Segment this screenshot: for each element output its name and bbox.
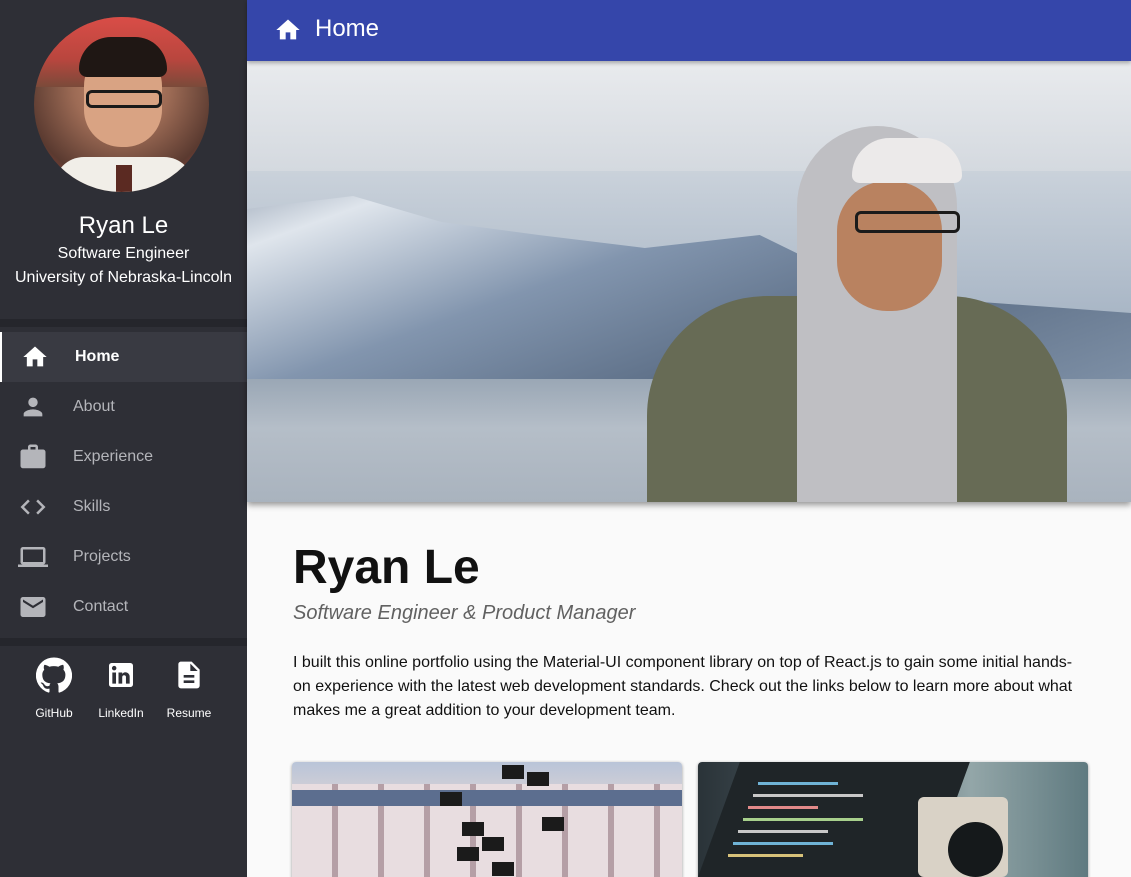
main-title: Ryan Le [293,541,480,594]
briefcase-icon [18,442,48,472]
profile-role: Software Engineer [57,245,190,262]
profile-school: University of Nebraska-Lincoln [15,269,232,286]
laptop-icon [18,542,48,572]
mail-icon [18,592,48,622]
home-icon [20,342,50,372]
avatar [34,17,209,192]
home-icon [273,16,303,49]
sidebar-item-projects[interactable]: Projects [0,532,247,582]
sidebar: Ryan Le Software Engineer University of … [0,0,247,877]
resume-link[interactable]: Resume [154,654,224,720]
sidebar-item-label: Skills [73,498,111,515]
sidebar-item-experience[interactable]: Experience [0,432,247,482]
intro-paragraph: I built this online portfolio using the … [293,654,1073,719]
sidebar-item-label: Home [75,348,120,365]
card-coding-image[interactable] [698,762,1088,877]
sidebar-item-about[interactable]: About [0,382,247,432]
sidebar-item-skills[interactable]: Skills [0,482,247,532]
linkedin-label: LinkedIn [98,706,144,720]
sidebar-item-label: Contact [73,598,129,615]
sidebar-item-label: About [73,398,115,415]
hero-image [247,61,1131,502]
person-icon [18,392,48,422]
github-label: GitHub [35,706,73,720]
sidebar-divider [0,319,247,327]
github-icon [19,654,89,696]
resume-label: Resume [166,706,212,720]
sidebar-item-home[interactable]: Home [0,332,247,382]
page-title: Home [315,15,380,42]
linkedin-icon [86,654,156,696]
main-subtitle: Software Engineer & Product Manager [293,602,636,624]
github-link[interactable]: GitHub [19,654,89,720]
app-bar: Home [247,0,1131,61]
card-education-image[interactable] [292,762,682,877]
sidebar-item-contact[interactable]: Contact [0,582,247,632]
code-icon [18,492,48,522]
sidebar-item-label: Experience [73,448,154,465]
sidebar-item-label: Projects [73,548,131,565]
document-icon [154,654,224,696]
sidebar-divider [0,638,247,646]
profile-name: Ryan Le [78,212,169,239]
linkedin-link[interactable]: LinkedIn [86,654,156,720]
